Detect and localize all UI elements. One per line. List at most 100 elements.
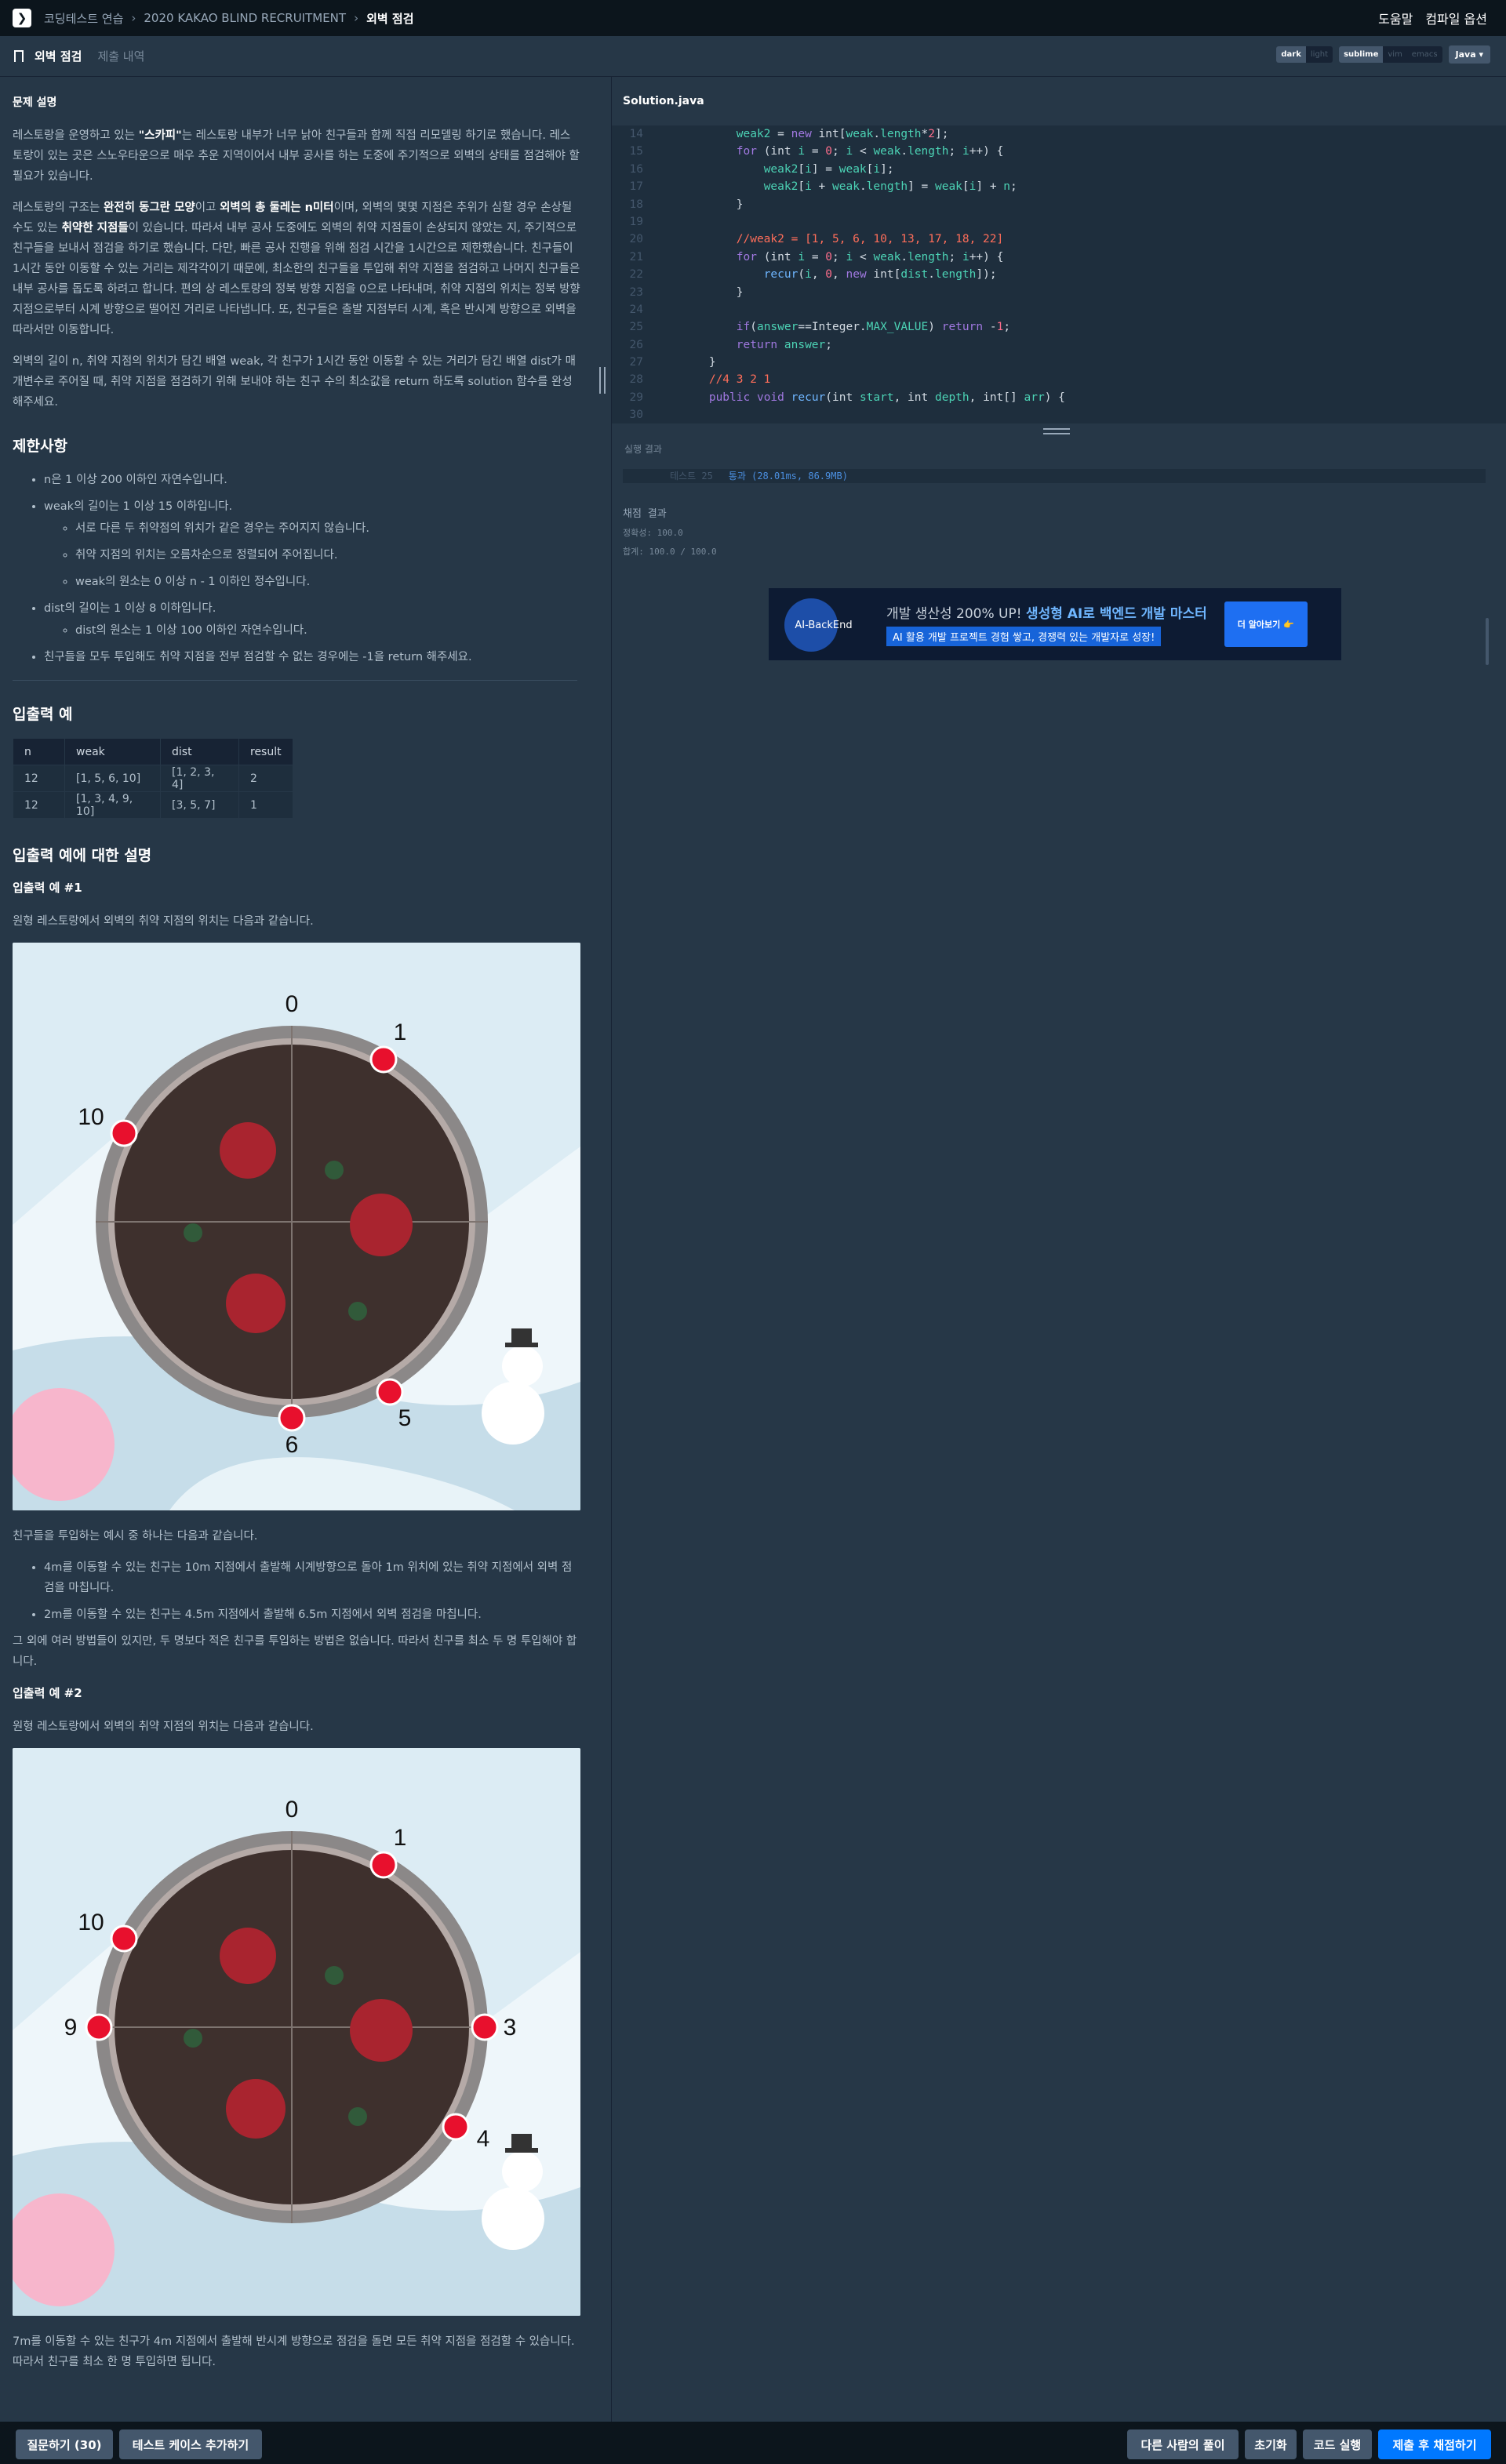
ex1-label-10: 10 [78, 1104, 104, 1130]
bottom-toolbar: 질문하기 (30) 테스트 케이스 추가하기 다른 사람의 풀이 초기화 코드 … [0, 2422, 1506, 2464]
ai-backend-logo: AI-BackEnd [772, 591, 875, 658]
tab-problem-label: 외벽 점검 [35, 49, 82, 64]
ex2-label-9: 9 [64, 2015, 78, 2041]
description-paragraph: 레스토랑의 구조는 완전히 동그란 모양이고 외벽의 총 둘레는 n미터이며, … [13, 202, 580, 336]
ad-headline: 개발 생산성 200% UP! 생성형 AI로 백엔드 개발 마스터 [886, 606, 1207, 622]
ex2-label-3: 3 [504, 2015, 517, 2041]
add-testcase-button[interactable]: 테스트 케이스 추가하기 [119, 2429, 262, 2459]
editor-settings: dark light sublime vim emacs Java ▾ [1276, 45, 1490, 64]
limits-list: n은 1 이상 200 이하인 자연수입니다. weak의 길이는 1 이상 1… [44, 470, 580, 667]
tab-submissions-label: 제출 내역 [97, 49, 145, 64]
io-header: n [13, 738, 65, 765]
limits-title: 제한사항 [13, 438, 67, 455]
chevron-right-icon: › [131, 11, 136, 25]
output-area: 테스트 25 통과 (28.01ms, 86.9MB) 채점 결과 정확성: 10… [623, 469, 1486, 558]
example-intro: 원형 레스토랑에서 외벽의 취약 지점의 위치는 다음과 같습니다. [13, 1721, 314, 1733]
panel-resizer[interactable] [593, 77, 612, 2422]
grade-total: 합계: 100.0 / 100.0 [623, 547, 717, 557]
keymap-vim-button[interactable]: vim [1383, 46, 1406, 63]
example-intro: 원형 레스토랑에서 외벽의 취약 지점의 위치는 다음과 같습니다. [13, 915, 314, 928]
file-tab: Solution.java [612, 77, 1506, 125]
list-item: 서로 다른 두 취약점의 위치가 같은 경우는 주어지지 않습니다. [75, 518, 580, 539]
list-item: dist의 길이는 1 이상 8 이하입니다. dist의 원소는 1 이상 1… [44, 598, 580, 641]
grade-title: 채점 결과 [623, 508, 667, 520]
io-header: result [238, 738, 293, 765]
keymap-toggle: sublime vim emacs [1339, 46, 1442, 63]
theme-dark-button[interactable]: dark [1276, 46, 1306, 63]
ad-subline: AI 활용 개발 프로젝트 경험 쌓고, 경쟁력 있는 개발자로 성장! [886, 627, 1162, 646]
table-row: 12 [1, 3, 4, 9, 10] [3, 5, 7] 1 [13, 791, 293, 819]
io-title: 입출력 예 [13, 706, 73, 723]
description-paragraph: 외벽의 길이 n, 취약 지점의 위치가 담긴 배열 weak, 각 친구가 1… [13, 355, 576, 409]
io-table: n weak dist result 12 [1, 5, 6, 10] [1, … [13, 738, 293, 819]
description-paragraph: 레스토랑을 운영하고 있는 "스카피"는 레스토랑 내부가 너무 낡아 친구들과… [13, 129, 580, 183]
bookmark-icon [14, 50, 24, 62]
list-item: weak의 길이는 1 이상 15 이하입니다. 서로 다른 두 취약점의 위치… [44, 496, 580, 592]
output-label: 실행 결과 [624, 444, 662, 455]
tab-bar: 외벽 점검 제출 내역 dark light sublime vim emacs… [0, 36, 1506, 77]
breadcrumb-item-current: 외벽 점검 [366, 11, 414, 26]
example-after: 친구들을 투입하는 예시 중 하나는 다음과 같습니다. [13, 1530, 258, 1543]
keymap-sublime-button[interactable]: sublime [1339, 46, 1384, 63]
svg-text:AI-BackEnd: AI-BackEnd [795, 620, 852, 631]
problem-panel: 문제 설명 레스토랑을 운영하고 있는 "스카피"는 레스토랑 내부가 너무 낡… [0, 77, 593, 2422]
resize-handle-icon[interactable] [599, 367, 606, 394]
editor-panel: Solution.java 14 weak2 = new int[weak.le… [612, 77, 1506, 673]
others-solutions-button[interactable]: 다른 사람의 풀이 [1127, 2429, 1239, 2459]
reset-button[interactable]: 초기화 [1245, 2429, 1297, 2459]
language-select[interactable]: Java ▾ [1448, 45, 1490, 64]
test-result-row: 테스트 25 통과 (28.01ms, 86.9MB) [623, 469, 1486, 483]
breadcrumb: 코딩테스트 연습 › 2020 KAKAO BLIND RECRUITMENT … [44, 10, 414, 27]
grade-accuracy: 정확성: 100.0 [623, 528, 683, 538]
ex1-label-0: 0 [286, 991, 299, 1017]
output-scrollbar[interactable] [1486, 618, 1489, 665]
ask-question-button[interactable]: 질문하기 (30) [16, 2429, 113, 2459]
list-item: weak의 원소는 0 이상 n - 1 이하인 정수입니다. [75, 572, 580, 592]
list-item: 4m를 이동할 수 있는 친구는 10m 지점에서 출발해 시계방향으로 돌아 … [44, 1557, 580, 1598]
list-item: 2m를 이동할 수 있는 친구는 4.5m 지점에서 출발해 6.5m 지점에서… [44, 1605, 580, 1625]
ex1-label-6: 6 [286, 1432, 299, 1458]
example-title: 입출력 예 #2 [13, 1686, 82, 1700]
example-title: 입출력 예 #1 [13, 881, 82, 895]
ex2-label-4: 4 [477, 2126, 490, 2152]
example-end: 7m를 이동할 수 있는 친구가 4m 지점에서 출발해 반시계 방향으로 점검… [13, 2335, 575, 2368]
theme-toggle: dark light [1276, 46, 1333, 63]
ex1-label-5: 5 [398, 1405, 412, 1431]
section-title: 문제 설명 [13, 96, 57, 109]
ex2-label-1: 1 [394, 1825, 407, 1851]
top-nav: ❯ 코딩테스트 연습 › 2020 KAKAO BLIND RECRUITMEN… [0, 0, 1506, 36]
list-item: 친구들을 모두 투입해도 취약 지점을 전부 점검할 수 없는 경우에는 -1을… [44, 647, 580, 667]
explain-title: 입출력 예에 대한 설명 [13, 847, 152, 864]
chevron-right-icon: › [354, 11, 359, 25]
restaurant-diagram-2: 0 1 10 9 3 4 [13, 1748, 580, 2316]
tab-problem[interactable]: 외벽 점검 [14, 36, 82, 77]
ex1-label-1: 1 [394, 1019, 407, 1045]
run-code-button[interactable]: 코드 실행 [1303, 2429, 1372, 2459]
compile-options-link[interactable]: 컴파일 옵션 [1425, 9, 1487, 27]
programmers-logo-icon[interactable]: ❯ [13, 9, 31, 27]
keymap-emacs-button[interactable]: emacs [1407, 46, 1442, 63]
help-link[interactable]: 도움말 [1378, 9, 1413, 27]
table-row: 12 [1, 5, 6, 10] [1, 2, 3, 4] 2 [13, 765, 293, 792]
breadcrumb-item-kakao[interactable]: 2020 KAKAO BLIND RECRUITMENT [144, 11, 346, 25]
io-header: dist [160, 738, 239, 765]
code-editor[interactable]: 14 weak2 = new int[weak.length*2]; 15 fo… [612, 125, 1506, 423]
submit-button[interactable]: 제출 후 채점하기 [1378, 2429, 1491, 2459]
list-item: 취약 지점의 위치는 오름차순으로 정렬되어 주어집니다. [75, 545, 580, 565]
list-item: dist의 원소는 1 이상 100 이하인 자연수입니다. [75, 620, 580, 641]
ad-learn-more-button[interactable]: 더 알아보기 👉 [1224, 601, 1308, 647]
ad-banner[interactable]: AI-BackEnd 개발 생산성 200% UP! 생성형 AI로 백엔드 개… [769, 588, 1341, 660]
theme-light-button[interactable]: light [1306, 46, 1333, 63]
example-end: 그 외에 여러 방법들이 있지만, 두 명보다 적은 친구를 투입하는 방법은 … [13, 1635, 577, 1668]
restaurant-diagram-1: 0 1 10 5 6 [13, 943, 580, 1510]
breadcrumb-item-practice[interactable]: 코딩테스트 연습 [44, 10, 123, 27]
tab-submissions[interactable]: 제출 내역 [97, 36, 144, 77]
ex2-label-0: 0 [286, 1797, 299, 1823]
divider [13, 680, 577, 681]
ex2-label-10: 10 [78, 1910, 104, 1935]
io-header: weak [64, 738, 161, 765]
list-item: n은 1 이상 200 이하인 자연수입니다. [44, 470, 580, 490]
output-resizer[interactable] [612, 423, 1506, 434]
resize-handle-icon[interactable] [1043, 428, 1070, 434]
example-list: 4m를 이동할 수 있는 친구는 10m 지점에서 출발해 시계방향으로 돌아 … [44, 1557, 580, 1625]
